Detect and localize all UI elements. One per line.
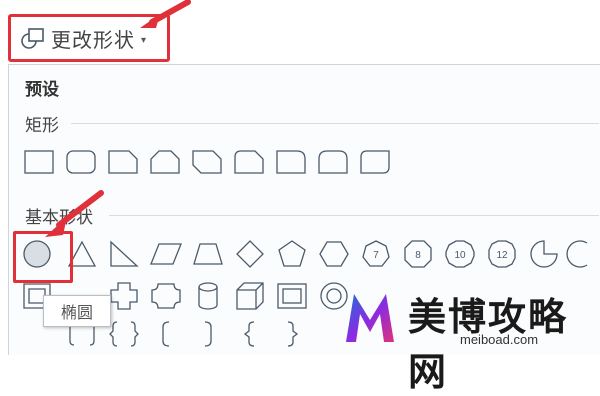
left-bracket-shape[interactable] (149, 317, 183, 351)
hexagon-shape[interactable] (317, 237, 351, 271)
parallelogram-shape[interactable] (149, 237, 183, 271)
red-arrow-annotation (45, 190, 104, 237)
section-divider (71, 123, 599, 124)
red-arrow-annotation (140, 0, 191, 28)
round-diagonal-rectangle-shape[interactable] (359, 145, 393, 179)
toolbar: 更改形状 ▾ (0, 0, 600, 62)
pentagon-shape[interactable] (275, 237, 309, 271)
heptagon-number: 7 (373, 250, 379, 261)
site-logo-icon (346, 294, 394, 342)
shape-tooltip: 椭圆 (43, 295, 111, 327)
diamond-shape[interactable] (233, 237, 267, 271)
snip-same-side-rectangle-shape[interactable] (149, 145, 183, 179)
heptagon-shape[interactable]: 7 (359, 237, 393, 271)
snip-round-rectangle-shape[interactable] (233, 145, 267, 179)
round-same-side-rectangle-shape[interactable] (317, 145, 351, 179)
watermark-url: meiboad.com (460, 332, 539, 347)
pie-shape[interactable] (527, 237, 561, 271)
rounded-rectangle-shape[interactable] (65, 145, 99, 179)
decagon-number: 10 (454, 250, 466, 261)
octagon-number: 8 (415, 250, 421, 261)
change-shape-label: 更改形状 (51, 27, 135, 52)
snip-diagonal-rectangle-shape[interactable] (191, 145, 225, 179)
can-shape[interactable] (191, 279, 225, 313)
right-triangle-shape[interactable] (107, 237, 141, 271)
right-bracket-shape[interactable] (191, 317, 225, 351)
left-brace-shape[interactable] (233, 317, 267, 351)
site-watermark: 美博攻略网 meiboad.com (336, 280, 600, 394)
double-brace-shape[interactable] (107, 317, 141, 351)
chord-shape[interactable] (565, 237, 599, 271)
cube-shape[interactable] (233, 279, 267, 313)
chevron-down-icon: ▾ (141, 34, 147, 46)
bevel-shape[interactable] (275, 279, 309, 313)
rectangle-section-title: 矩形 (25, 116, 59, 136)
trapezoid-shape[interactable] (191, 237, 225, 271)
preset-heading: 预设 (25, 80, 59, 100)
dodecagon-shape[interactable]: 12 (485, 237, 519, 271)
right-brace-shape[interactable] (275, 317, 309, 351)
rectangle-shape[interactable] (23, 145, 57, 179)
round-single-corner-rectangle-shape[interactable] (275, 145, 309, 179)
section-divider (109, 215, 599, 216)
decagon-shape[interactable]: 10 (443, 237, 477, 271)
plaque-shape[interactable] (149, 279, 183, 313)
dodecagon-number: 12 (496, 250, 508, 261)
plus-shape[interactable] (107, 279, 141, 313)
change-shape-icon (19, 24, 47, 52)
snip-corner-rectangle-shape[interactable] (107, 145, 141, 179)
octagon-shape[interactable]: 8 (401, 237, 435, 271)
